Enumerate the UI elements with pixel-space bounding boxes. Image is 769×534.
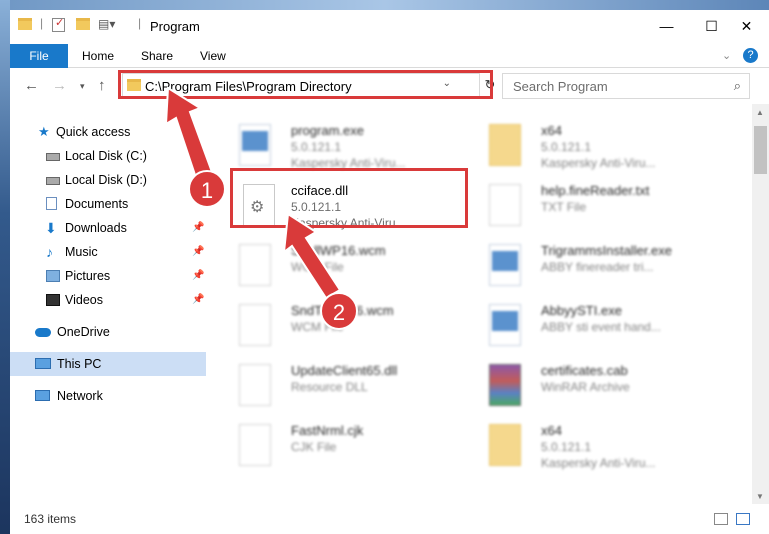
status-bar: 163 items <box>10 504 769 534</box>
window-title: Program <box>150 19 200 34</box>
tab-home[interactable]: Home <box>82 44 114 68</box>
computer-icon <box>35 358 51 369</box>
tab-view[interactable]: View <box>200 44 226 68</box>
star-icon: ★ <box>38 124 50 139</box>
pin-icon[interactable]: 📌 <box>192 264 204 288</box>
address-bar-highlight <box>118 70 493 99</box>
minimize-button[interactable]: — <box>644 10 689 42</box>
scrollbar-thumb[interactable] <box>754 126 767 174</box>
nav-label: Downloads <box>65 221 127 235</box>
pin-icon[interactable]: 📌 <box>192 288 204 312</box>
navigation-pane: ★ Quick access Local Disk (C:) Local Dis… <box>10 104 210 504</box>
up-arrow-icon[interactable]: ↑ <box>98 77 106 94</box>
nav-item-documents[interactable]: Documents <box>10 192 206 216</box>
callout-badge-1: 1 <box>188 170 226 208</box>
help-icon[interactable]: ? <box>743 48 758 63</box>
nav-item-pictures[interactable]: Pictures 📌 <box>10 264 206 288</box>
tab-share[interactable]: Share <box>141 44 173 68</box>
drive-icon <box>46 177 60 185</box>
close-button[interactable]: ✕ <box>724 10 769 42</box>
desktop-background-top <box>0 0 769 10</box>
nav-label: Local Disk (C:) <box>65 149 147 163</box>
desktop-background-left <box>0 0 10 534</box>
nav-label: OneDrive <box>57 325 110 339</box>
forward-arrow-icon[interactable]: → <box>52 77 67 94</box>
nav-label: This PC <box>57 357 102 371</box>
highlighted-file-layer: ⚙ cciface.dll 5.0.121.1 Kaspersky Anti-V… <box>215 104 745 504</box>
ribbon-expand-icon[interactable]: ⌄ <box>722 44 731 68</box>
nav-this-pc[interactable]: This PC <box>10 352 206 376</box>
title-bar: | ✓ ▤▾ | Program — ☐ ✕ <box>10 10 769 44</box>
callout-badge-2: 2 <box>320 292 358 330</box>
documents-icon <box>46 197 57 210</box>
new-folder-icon[interactable] <box>76 18 90 30</box>
nav-label: Pictures <box>65 269 111 283</box>
cloud-icon <box>35 328 51 337</box>
back-arrow-icon[interactable]: ← <box>24 77 39 94</box>
nav-item-local-disk-d[interactable]: Local Disk (D:) <box>10 168 206 192</box>
nav-item-videos[interactable]: Videos 📌 <box>10 288 206 312</box>
nav-item-music[interactable]: ♪ Music 📌 <box>10 240 206 264</box>
vertical-scrollbar[interactable]: ▲ ▼ <box>752 104 769 504</box>
drive-icon <box>46 153 60 161</box>
nav-label: Music <box>65 245 98 259</box>
pin-icon[interactable]: 📌 <box>192 240 204 264</box>
recent-locations-icon[interactable]: ▾ <box>80 81 85 92</box>
search-placeholder: Search Program <box>513 79 608 94</box>
scroll-down-icon[interactable]: ▼ <box>756 492 764 501</box>
nav-item-local-disk-c[interactable]: Local Disk (C:) <box>10 144 206 168</box>
nav-label: Documents <box>65 197 129 211</box>
customize-quick-access-icon[interactable]: ▤▾ <box>98 17 115 31</box>
ribbon-tabs: File Home Share View ⌄ ? <box>10 44 769 68</box>
nav-quick-access[interactable]: ★ Quick access <box>10 120 206 144</box>
pictures-icon <box>46 270 60 282</box>
nav-label: Videos <box>65 293 103 307</box>
folder-icon <box>18 18 32 30</box>
nav-label: Network <box>57 389 103 403</box>
nav-label: Quick access <box>56 125 131 139</box>
music-icon: ♪ <box>46 244 53 260</box>
details-view-icon[interactable] <box>714 513 728 525</box>
large-icons-view-icon[interactable] <box>736 513 750 525</box>
search-icon[interactable]: ⌕ <box>734 78 741 94</box>
nav-onedrive[interactable]: OneDrive <box>10 320 206 344</box>
pin-icon[interactable]: 📌 <box>192 216 204 240</box>
separator: | <box>138 16 142 30</box>
network-icon <box>35 390 50 401</box>
search-box[interactable]: Search Program ⌕ <box>502 73 750 99</box>
file-highlight-box <box>230 168 468 228</box>
item-count: 163 items <box>24 512 77 526</box>
nav-item-downloads[interactable]: ⬇ Downloads 📌 <box>10 216 206 240</box>
scroll-up-icon[interactable]: ▲ <box>756 108 764 117</box>
tab-file[interactable]: File <box>10 44 68 68</box>
properties-icon[interactable]: ✓ <box>52 17 65 32</box>
separator: | <box>40 16 44 30</box>
nav-network[interactable]: Network <box>10 384 206 408</box>
videos-icon <box>46 294 60 306</box>
nav-label: Local Disk (D:) <box>65 173 147 187</box>
downloads-icon: ⬇ <box>45 220 57 236</box>
